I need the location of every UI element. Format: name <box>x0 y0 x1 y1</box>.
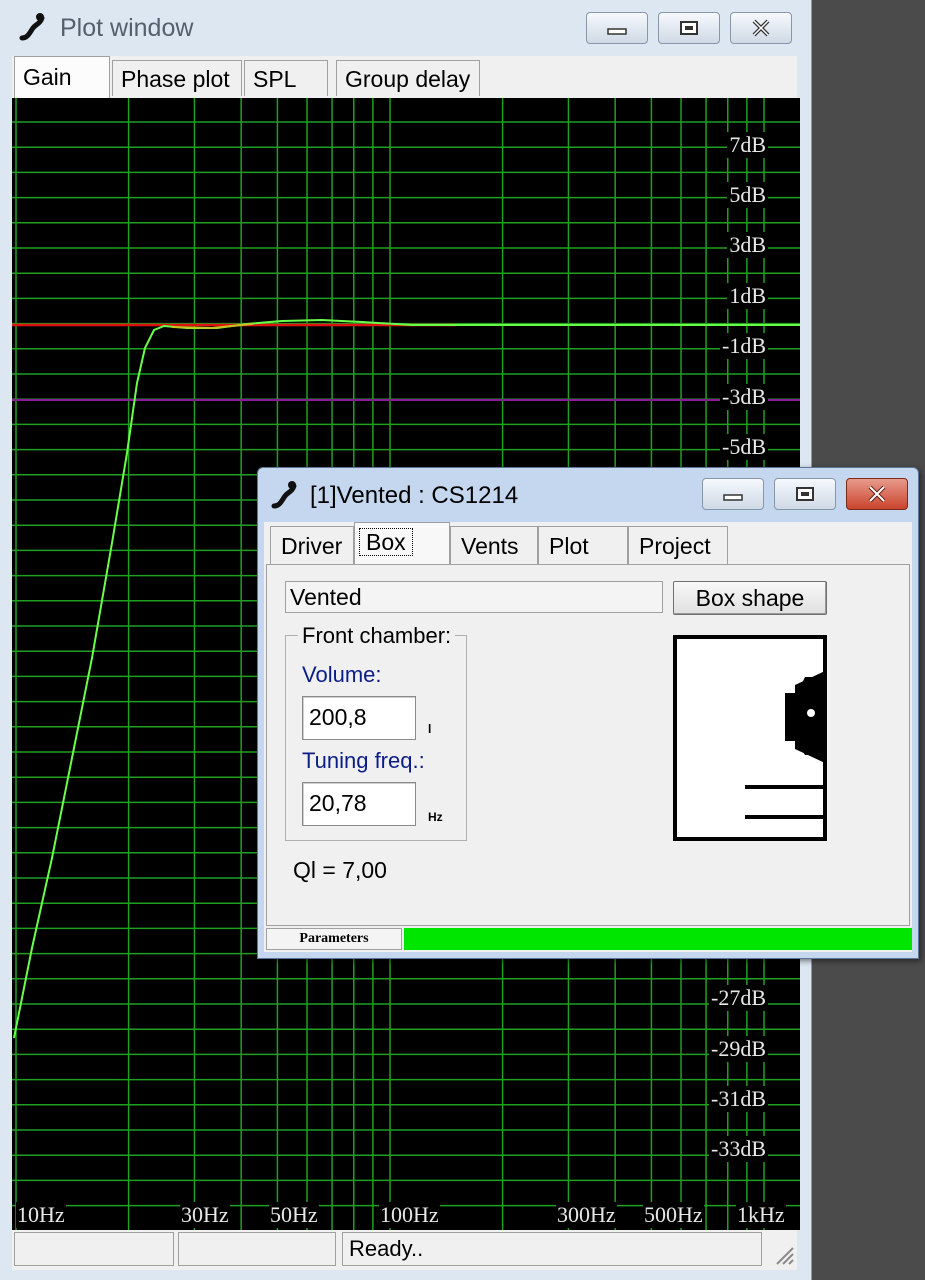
y-label-5db: 5dB <box>727 182 768 208</box>
y-label-minus-29db: -29dB <box>709 1036 768 1062</box>
y-label-3db: 3dB <box>727 232 768 258</box>
dialog-title: [1]Vented : CS1214 <box>310 482 519 509</box>
tab-box-label: Box <box>359 528 413 556</box>
close-icon <box>868 485 886 503</box>
dialog-status-bar: Parameters <box>264 926 912 952</box>
dialog-close-button[interactable] <box>846 478 908 510</box>
status-bar: Ready.. <box>12 1230 797 1270</box>
tab-gain[interactable]: Gain <box>14 56 110 98</box>
plot-window-titlebar[interactable]: Plot window <box>0 0 811 56</box>
parameters-label: Parameters <box>266 928 402 950</box>
y-label-1db: 1dB <box>727 283 768 309</box>
app-logo-icon <box>19 13 45 41</box>
tab-driver[interactable]: Driver <box>270 526 354 564</box>
status-cell-1 <box>14 1232 174 1266</box>
minimize-icon <box>723 494 743 501</box>
dialog-minimize-button[interactable] <box>702 478 764 510</box>
progress-bar <box>404 928 912 950</box>
restore-icon <box>680 21 698 35</box>
tab-vents[interactable]: Vents <box>450 526 538 564</box>
plot-tabs: Gain Phase plot SPL Group delay <box>12 56 797 98</box>
x-label-300hz: 300Hz <box>556 1202 617 1228</box>
resize-grip-icon[interactable] <box>773 1244 795 1266</box>
tab-plot[interactable]: Plot <box>538 526 628 564</box>
ql-value: Ql = 7,00 <box>293 857 387 883</box>
x-label-100hz: 100Hz <box>379 1202 440 1228</box>
tab-spl[interactable]: SPL <box>244 60 328 96</box>
volume-label: Volume: <box>302 662 382 687</box>
x-label-10hz: 10Hz <box>16 1202 66 1228</box>
y-label-minus-1db: -1dB <box>720 333 768 359</box>
volume-unit: l <box>428 722 432 736</box>
close-icon <box>752 19 770 37</box>
vented-box-dialog: [1]Vented : CS1214 Driver Box Vents Plot… <box>257 467 919 959</box>
y-label-7db: 7dB <box>727 132 768 158</box>
dialog-maximize-button[interactable] <box>774 478 836 510</box>
status-cell-2 <box>178 1232 336 1266</box>
tuning-freq-input[interactable]: 20,78 <box>302 782 416 826</box>
y-label-minus-33db: -33dB <box>709 1136 768 1162</box>
y-label-minus-5db: -5dB <box>720 434 768 460</box>
close-button[interactable] <box>730 12 792 44</box>
tab-box[interactable]: Box <box>354 522 450 566</box>
status-text: Ready.. <box>342 1232 762 1266</box>
front-chamber-group: Front chamber: Volume: 200,8 l Tuning fr… <box>285 623 467 841</box>
front-chamber-title: Front chamber: <box>298 623 456 649</box>
y-label-minus-31db: -31dB <box>709 1086 768 1112</box>
x-label-1khz: 1kHz <box>736 1202 786 1228</box>
tab-group-delay[interactable]: Group delay <box>336 60 480 96</box>
box-type-field[interactable]: Vented <box>285 581 663 613</box>
volume-input[interactable]: 200,8 <box>302 696 416 740</box>
x-label-30hz: 30Hz <box>180 1202 230 1228</box>
tab-phase-plot[interactable]: Phase plot <box>112 60 242 96</box>
dialog-tabs: Driver Box Vents Plot Project <box>264 522 912 566</box>
plot-window-title: Plot window <box>60 14 194 42</box>
tuning-freq-unit: Hz <box>428 810 443 824</box>
restore-icon <box>796 487 814 501</box>
x-label-50hz: 50Hz <box>269 1202 319 1228</box>
tuning-freq-label: Tuning freq.: <box>302 748 425 773</box>
y-label-minus-3db: -3dB <box>720 384 768 410</box>
box-panel: Vented Box shape Front chamber: Volume: … <box>266 564 910 926</box>
dialog-body: Driver Box Vents Plot Project Vented Box… <box>264 522 912 952</box>
x-label-500hz: 500Hz <box>643 1202 704 1228</box>
minimize-button[interactable] <box>586 12 648 44</box>
y-label-minus-27db: -27dB <box>709 985 768 1011</box>
tab-project[interactable]: Project <box>628 526 728 564</box>
maximize-button[interactable] <box>658 12 720 44</box>
app-logo-icon <box>271 481 297 509</box>
minimize-icon <box>607 28 627 35</box>
box-shape-button[interactable]: Box shape <box>673 581 827 615</box>
box-shape-preview-icon <box>673 635 827 841</box>
